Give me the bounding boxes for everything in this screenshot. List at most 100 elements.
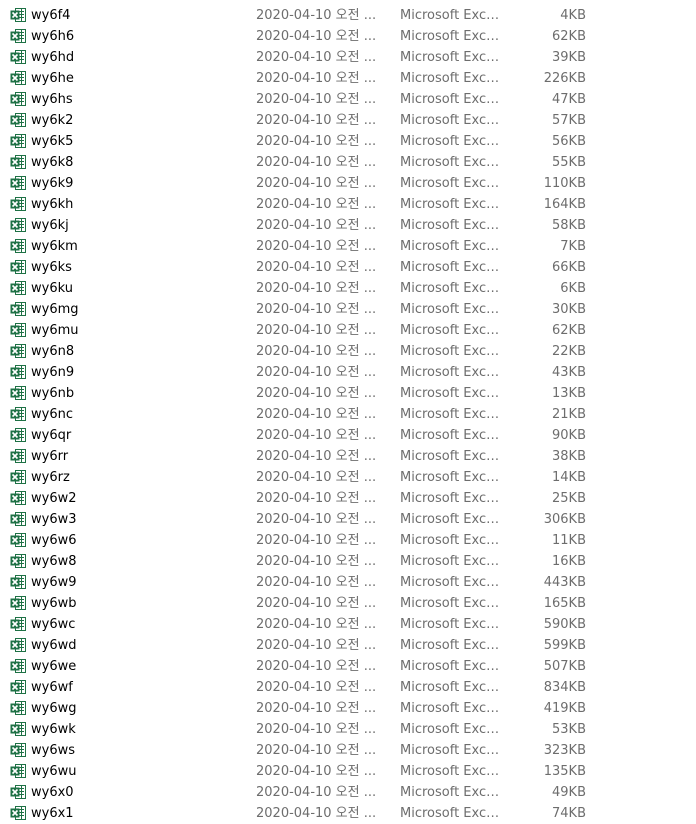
file-row[interactable]: wy6wd 2020-04-10 오전 ... Microsoft Excel.… — [0, 635, 696, 656]
file-row[interactable]: wy6w3 2020-04-10 오전 ... Microsoft Excel.… — [0, 509, 696, 530]
file-date-modified: 2020-04-10 오전 ... — [256, 722, 377, 737]
file-name: wy6hd — [31, 50, 75, 65]
file-row[interactable]: wy6w2 2020-04-10 오전 ... Microsoft Excel.… — [0, 488, 696, 509]
file-name: wy6k5 — [31, 134, 74, 149]
file-row[interactable]: wy6w8 2020-04-10 오전 ... Microsoft Excel.… — [0, 551, 696, 572]
file-type: Microsoft Excel... — [400, 617, 506, 632]
file-type: Microsoft Excel... — [400, 281, 506, 296]
file-type: Microsoft Excel... — [400, 134, 506, 149]
file-date-modified: 2020-04-10 오전 ... — [256, 386, 377, 401]
excel-file-icon — [10, 28, 27, 44]
file-date-modified: 2020-04-10 오전 ... — [256, 491, 377, 506]
file-row[interactable]: wy6he 2020-04-10 오전 ... Microsoft Excel.… — [0, 68, 696, 89]
file-row[interactable]: wy6ws 2020-04-10 오전 ... Microsoft Excel.… — [0, 740, 696, 761]
excel-file-icon — [10, 175, 27, 191]
file-date-modified: 2020-04-10 오전 ... — [256, 743, 377, 758]
file-type: Microsoft Excel... — [400, 428, 506, 443]
file-size: 135KB — [543, 764, 586, 779]
file-date-modified: 2020-04-10 오전 ... — [256, 8, 377, 23]
file-row[interactable]: wy6x0 2020-04-10 오전 ... Microsoft Excel.… — [0, 782, 696, 803]
file-type: Microsoft Excel... — [400, 659, 506, 674]
file-date-modified: 2020-04-10 오전 ... — [256, 449, 377, 464]
file-type: Microsoft Excel... — [400, 113, 506, 128]
excel-file-icon — [10, 385, 27, 401]
file-row[interactable]: wy6k9 2020-04-10 오전 ... Microsoft Excel.… — [0, 173, 696, 194]
excel-file-icon — [10, 532, 27, 548]
file-type: Microsoft Excel... — [400, 470, 506, 485]
file-row[interactable]: wy6wb 2020-04-10 오전 ... Microsoft Excel.… — [0, 593, 696, 614]
file-type: Microsoft Excel... — [400, 239, 506, 254]
file-type: Microsoft Excel... — [400, 344, 506, 359]
file-row[interactable]: wy6x1 2020-04-10 오전 ... Microsoft Excel.… — [0, 803, 696, 824]
file-row[interactable]: wy6wg 2020-04-10 오전 ... Microsoft Excel.… — [0, 698, 696, 719]
file-name: wy6km — [31, 239, 78, 254]
file-size: 599KB — [543, 638, 586, 653]
file-size: 4KB — [560, 8, 586, 23]
file-type: Microsoft Excel... — [400, 743, 506, 758]
file-row[interactable]: wy6k2 2020-04-10 오전 ... Microsoft Excel.… — [0, 110, 696, 131]
excel-file-icon — [10, 259, 27, 275]
file-row[interactable]: wy6w6 2020-04-10 오전 ... Microsoft Excel.… — [0, 530, 696, 551]
file-type: Microsoft Excel... — [400, 323, 506, 338]
file-row[interactable]: wy6rr 2020-04-10 오전 ... Microsoft Excel.… — [0, 446, 696, 467]
file-row[interactable]: wy6hs 2020-04-10 오전 ... Microsoft Excel.… — [0, 89, 696, 110]
file-date-modified: 2020-04-10 오전 ... — [256, 806, 377, 821]
file-type: Microsoft Excel... — [400, 386, 506, 401]
file-row[interactable]: wy6wc 2020-04-10 오전 ... Microsoft Excel.… — [0, 614, 696, 635]
file-type: Microsoft Excel... — [400, 491, 506, 506]
file-row[interactable]: wy6ks 2020-04-10 오전 ... Microsoft Excel.… — [0, 257, 696, 278]
file-name: wy6k9 — [31, 176, 74, 191]
file-name: wy6wc — [31, 617, 76, 632]
excel-file-icon — [10, 658, 27, 674]
file-name: wy6qr — [31, 428, 72, 443]
file-row[interactable]: wy6kj 2020-04-10 오전 ... Microsoft Excel.… — [0, 215, 696, 236]
file-row[interactable]: wy6kh 2020-04-10 오전 ... Microsoft Excel.… — [0, 194, 696, 215]
file-row[interactable]: wy6wu 2020-04-10 오전 ... Microsoft Excel.… — [0, 761, 696, 782]
file-row[interactable]: wy6f4 2020-04-10 오전 ... Microsoft Excel.… — [0, 5, 696, 26]
file-row[interactable]: wy6nc 2020-04-10 오전 ... Microsoft Excel.… — [0, 404, 696, 425]
excel-file-icon — [10, 595, 27, 611]
excel-file-icon — [10, 448, 27, 464]
file-row[interactable]: wy6w9 2020-04-10 오전 ... Microsoft Excel.… — [0, 572, 696, 593]
file-name: wy6w9 — [31, 575, 77, 590]
file-size: 306KB — [543, 512, 586, 527]
excel-file-icon — [10, 280, 27, 296]
file-row[interactable]: wy6h6 2020-04-10 오전 ... Microsoft Excel.… — [0, 26, 696, 47]
file-row[interactable]: wy6hd 2020-04-10 오전 ... Microsoft Excel.… — [0, 47, 696, 68]
file-size: 22KB — [552, 344, 586, 359]
file-name: wy6ws — [31, 743, 76, 758]
excel-file-icon — [10, 490, 27, 506]
file-date-modified: 2020-04-10 오전 ... — [256, 155, 377, 170]
file-name: wy6wd — [31, 638, 77, 653]
excel-file-icon — [10, 574, 27, 590]
excel-file-icon — [10, 553, 27, 569]
file-row[interactable]: wy6nb 2020-04-10 오전 ... Microsoft Excel.… — [0, 383, 696, 404]
file-date-modified: 2020-04-10 오전 ... — [256, 638, 377, 653]
file-date-modified: 2020-04-10 오전 ... — [256, 29, 377, 44]
file-row[interactable]: wy6n8 2020-04-10 오전 ... Microsoft Excel.… — [0, 341, 696, 362]
file-row[interactable]: wy6mu 2020-04-10 오전 ... Microsoft Excel.… — [0, 320, 696, 341]
file-row[interactable]: wy6rz 2020-04-10 오전 ... Microsoft Excel.… — [0, 467, 696, 488]
file-row[interactable]: wy6k5 2020-04-10 오전 ... Microsoft Excel.… — [0, 131, 696, 152]
excel-file-icon — [10, 154, 27, 170]
excel-file-icon — [10, 91, 27, 107]
file-type: Microsoft Excel... — [400, 785, 506, 800]
file-row[interactable]: wy6mg 2020-04-10 오전 ... Microsoft Excel.… — [0, 299, 696, 320]
file-type: Microsoft Excel... — [400, 71, 506, 86]
excel-file-icon — [10, 784, 27, 800]
file-date-modified: 2020-04-10 오전 ... — [256, 680, 377, 695]
file-row[interactable]: wy6wk 2020-04-10 오전 ... Microsoft Excel.… — [0, 719, 696, 740]
file-row[interactable]: wy6qr 2020-04-10 오전 ... Microsoft Excel.… — [0, 425, 696, 446]
file-size: 419KB — [543, 701, 586, 716]
file-row[interactable]: wy6we 2020-04-10 오전 ... Microsoft Excel.… — [0, 656, 696, 677]
excel-file-icon — [10, 364, 27, 380]
file-size: 11KB — [552, 533, 586, 548]
file-row[interactable]: wy6ku 2020-04-10 오전 ... Microsoft Excel.… — [0, 278, 696, 299]
excel-file-icon — [10, 679, 27, 695]
file-row[interactable]: wy6k8 2020-04-10 오전 ... Microsoft Excel.… — [0, 152, 696, 173]
file-row[interactable]: wy6wf 2020-04-10 오전 ... Microsoft Excel.… — [0, 677, 696, 698]
excel-file-icon — [10, 616, 27, 632]
file-size: 49KB — [552, 785, 586, 800]
file-row[interactable]: wy6n9 2020-04-10 오전 ... Microsoft Excel.… — [0, 362, 696, 383]
file-row[interactable]: wy6km 2020-04-10 오전 ... Microsoft Excel.… — [0, 236, 696, 257]
